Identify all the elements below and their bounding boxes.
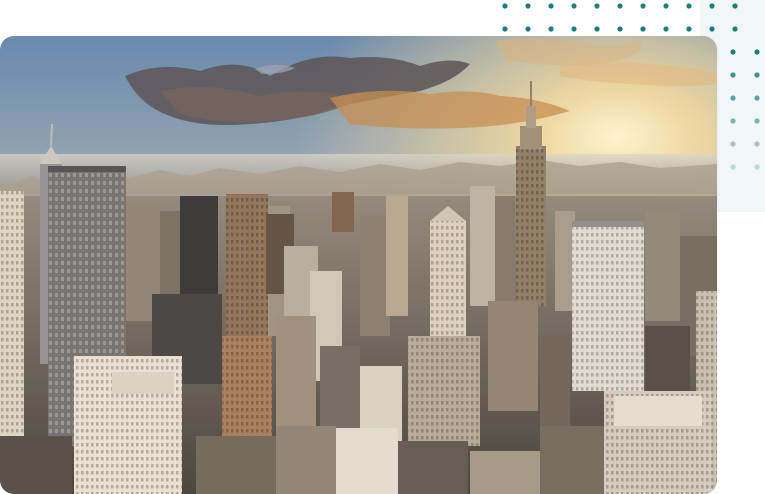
- decor-dot: [571, 26, 577, 32]
- warm-light: [0, 36, 717, 494]
- decor-dot: [709, 3, 715, 9]
- city-skyline-photo: [0, 36, 717, 494]
- decor-dot: [617, 26, 623, 32]
- decor-dot: [732, 26, 738, 32]
- decor-dot: [502, 3, 508, 9]
- decor-dot: [730, 95, 736, 101]
- decor-dot: [754, 164, 760, 170]
- decor-dot: [594, 26, 600, 32]
- decor-dot: [640, 3, 646, 9]
- decor-dot: [502, 26, 508, 32]
- decor-dot: [730, 164, 736, 170]
- decor-dot: [754, 95, 760, 101]
- decor-dot: [730, 49, 736, 55]
- decor-dot: [754, 141, 760, 147]
- decor-dot: [617, 3, 623, 9]
- decor-dot: [525, 3, 531, 9]
- skyline-illustration: [0, 36, 717, 494]
- decor-dot: [525, 26, 531, 32]
- decor-dot: [663, 3, 669, 9]
- decor-dot: [548, 3, 554, 9]
- decor-dot: [754, 49, 760, 55]
- decor-dot: [686, 26, 692, 32]
- decor-dot: [732, 3, 738, 9]
- decor-dot: [754, 118, 760, 124]
- page: [0, 0, 765, 494]
- decor-dot: [730, 118, 736, 124]
- decor-dot: [548, 26, 554, 32]
- decor-dot: [730, 72, 736, 78]
- decor-dot: [754, 72, 760, 78]
- decor-dot: [640, 26, 646, 32]
- decor-dot: [663, 26, 669, 32]
- decor-dot: [709, 26, 715, 32]
- decor-dot: [571, 3, 577, 9]
- decor-dot: [686, 3, 692, 9]
- decor-dot: [730, 141, 736, 147]
- decor-dot: [594, 3, 600, 9]
